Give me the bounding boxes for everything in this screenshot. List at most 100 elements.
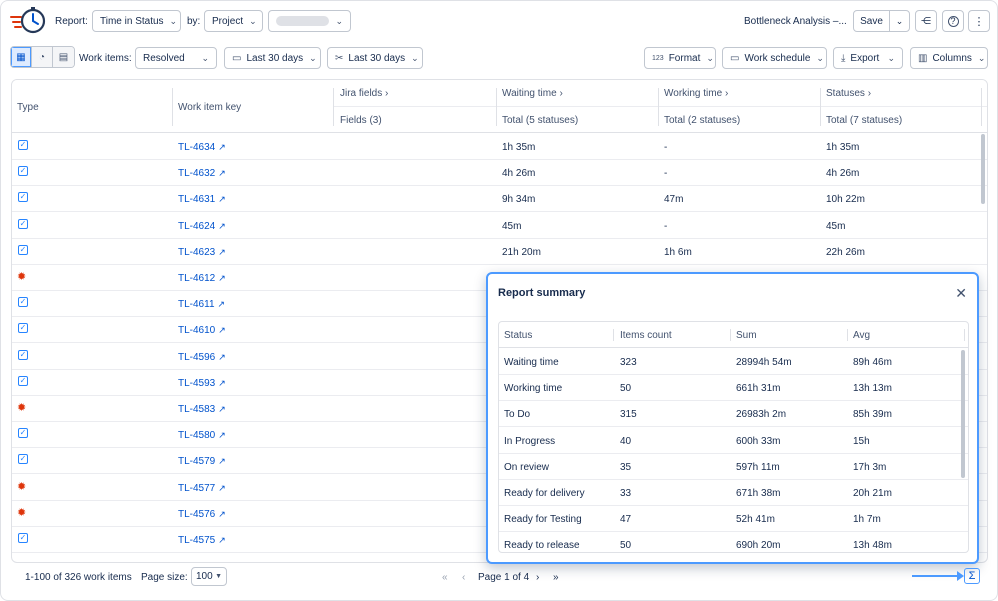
grid-view-icon[interactable]: ▦ xyxy=(11,47,32,67)
summary-avg-cell: 13h 48m xyxy=(853,540,892,552)
summary-sum-cell: 600h 33m xyxy=(736,435,781,447)
table-header: Type Work item key Jira fields › Fields … xyxy=(12,80,987,133)
summary-sum-cell: 28994h 54m xyxy=(736,357,792,368)
external-link-icon: ↗ xyxy=(218,220,226,231)
next-page-icon[interactable]: › xyxy=(536,572,539,583)
project-value-redacted xyxy=(276,16,330,26)
column-divider xyxy=(496,88,497,126)
table-row: ✓ TL-4634 ↗ 1h 35m - 1h 35m xyxy=(12,134,987,160)
chevron-right-icon: › xyxy=(724,88,729,99)
statuses-total-cell: 10h 22m xyxy=(826,194,865,206)
column-divider xyxy=(730,329,731,341)
group-header-statuses[interactable]: Statuses › xyxy=(826,88,871,99)
group-header-working-time[interactable]: Working time › xyxy=(664,88,728,99)
summary-sigma-icon[interactable]: Σ xyxy=(964,568,980,584)
summary-scrollbar[interactable] xyxy=(961,350,965,478)
chevron-down-icon: ⌄ xyxy=(169,15,178,26)
task-type-icon: ✓ xyxy=(18,297,28,308)
group-by-select[interactable]: Project ⌄ xyxy=(204,10,263,32)
chart-view-icon[interactable]: ◔ xyxy=(32,47,53,67)
table-footer: 1-100 of 326 work items Page size: 100 ▼… xyxy=(11,565,988,591)
export-select[interactable]: ⤓ Export ⌄ xyxy=(833,47,903,69)
chevron-right-icon: › xyxy=(867,88,872,99)
work-item-key-link[interactable]: TL-4579 ↗ xyxy=(178,456,226,467)
work-item-key-link[interactable]: TL-4623 ↗ xyxy=(178,247,226,258)
share-button[interactable]: ⋲ xyxy=(915,10,937,32)
project-select[interactable]: ⌄ xyxy=(268,10,351,32)
column-divider xyxy=(172,88,173,126)
external-link-icon: ↗ xyxy=(217,299,226,310)
chevron-down-icon: ⌄ xyxy=(411,52,419,63)
report-type-value: Time in Status xyxy=(100,15,164,27)
summary-sum-cell: 52h 41m xyxy=(736,514,775,526)
external-link-icon: ↗ xyxy=(218,246,226,257)
more-menu-button[interactable]: ⋮ xyxy=(968,10,990,32)
work-item-key-link[interactable]: TL-4576 ↗ xyxy=(178,509,226,520)
stopwatch-logo-icon xyxy=(10,7,46,34)
work-items-filter-value: Resolved xyxy=(143,52,185,64)
work-item-key-link[interactable]: TL-4610 ↗ xyxy=(178,325,226,336)
work-items-filter-select[interactable]: Resolved ⌄ xyxy=(135,47,217,69)
work-item-key-link[interactable]: TL-4631 ↗ xyxy=(178,194,226,205)
scissors-icon: ✂ xyxy=(335,52,344,64)
table-row: ✓ TL-4624 ↗ 45m - 45m xyxy=(12,213,987,239)
working-time-cell: - xyxy=(664,220,668,232)
work-item-key-link[interactable]: TL-4632 ↗ xyxy=(178,168,226,179)
group-header-jira-fields[interactable]: Jira fields › xyxy=(340,88,388,99)
work-item-key-link[interactable]: TL-4593 ↗ xyxy=(178,378,226,389)
waiting-time-cell: 4h 26m xyxy=(502,168,536,180)
work-item-key-link[interactable]: TL-4580 ↗ xyxy=(178,430,226,441)
task-type-icon: ✓ xyxy=(18,375,28,386)
statuses-total-cell: 1h 35m xyxy=(826,142,860,153)
columns-icon: ▥ xyxy=(918,52,928,64)
external-link-icon: ↗ xyxy=(218,482,226,493)
column-divider xyxy=(964,329,965,341)
summary-col-avg: Avg xyxy=(853,330,871,341)
external-link-icon: ↗ xyxy=(218,142,226,152)
format-select[interactable]: 123 Format ⌄ xyxy=(644,47,716,69)
summary-sum-cell: 26983h 2m xyxy=(736,409,787,421)
group-header-waiting-time[interactable]: Waiting time › xyxy=(502,88,563,99)
calendar-view-icon[interactable]: ▤ xyxy=(53,47,74,67)
work-item-key-link[interactable]: TL-4596 ↗ xyxy=(178,352,226,363)
waiting-time-cell: 21h 20m xyxy=(502,246,541,258)
page-size-select[interactable]: 100 ▼ xyxy=(191,567,227,586)
working-time-cell: 47m xyxy=(664,194,684,206)
help-button[interactable]: ? xyxy=(942,10,964,32)
table-scrollbar[interactable] xyxy=(981,134,985,204)
col-header-key[interactable]: Work item key xyxy=(178,102,241,113)
work-item-key-link[interactable]: TL-4611 ↗ xyxy=(178,299,225,310)
summary-avg-cell: 85h 39m xyxy=(853,409,892,421)
save-options-button[interactable]: ⌄ xyxy=(889,10,910,32)
range-text: 1-100 of 326 work items xyxy=(25,572,132,583)
last-page-icon[interactable]: » xyxy=(553,572,559,583)
first-page-icon[interactable]: « xyxy=(442,572,448,583)
work-item-key-link[interactable]: TL-4624 ↗ xyxy=(178,221,226,232)
dialog-title: Report summary xyxy=(498,287,586,299)
previous-page-icon[interactable]: ‹ xyxy=(462,572,465,583)
column-divider xyxy=(658,88,659,126)
summary-avg-cell: 1h 7m xyxy=(853,514,881,526)
view-switcher: ▦ ◔ ▤ xyxy=(10,46,75,68)
date-range-select[interactable]: ▭ Last 30 days ⌄ xyxy=(224,47,321,69)
close-icon[interactable]: ✕ xyxy=(955,285,967,302)
work-item-key-link[interactable]: TL-4575 ↗ xyxy=(178,535,226,546)
summary-col-status: Status xyxy=(504,330,533,341)
save-button[interactable]: Save xyxy=(853,10,890,32)
external-link-icon: ↗ xyxy=(218,404,226,414)
work-item-key-link[interactable]: TL-4612 ↗ xyxy=(178,273,226,284)
report-type-select[interactable]: Time in Status ⌄ xyxy=(92,10,181,32)
resolved-range-select[interactable]: ✂ Last 30 days ⌄ xyxy=(327,47,423,69)
work-schedule-select[interactable]: ▭ Work schedule ⌄ xyxy=(722,47,827,69)
summary-table-header: Status Items count Sum Avg xyxy=(499,322,968,348)
waiting-time-cell: 9h 34m xyxy=(502,194,536,206)
summary-sum-cell: 661h 31m xyxy=(736,383,781,395)
work-item-key-link[interactable]: TL-4577 ↗ xyxy=(178,483,226,494)
work-item-key-link[interactable]: TL-4634 ↗ xyxy=(178,142,226,153)
columns-select[interactable]: ▥ Columns ⌄ xyxy=(910,47,988,69)
sub-header-statuses: Total (7 statuses) xyxy=(826,115,903,126)
bug-type-icon: ✹ xyxy=(17,271,27,283)
task-type-icon: ✓ xyxy=(18,533,28,543)
work-item-key-link[interactable]: TL-4583 ↗ xyxy=(178,404,226,415)
col-header-type: Type xyxy=(17,102,39,113)
